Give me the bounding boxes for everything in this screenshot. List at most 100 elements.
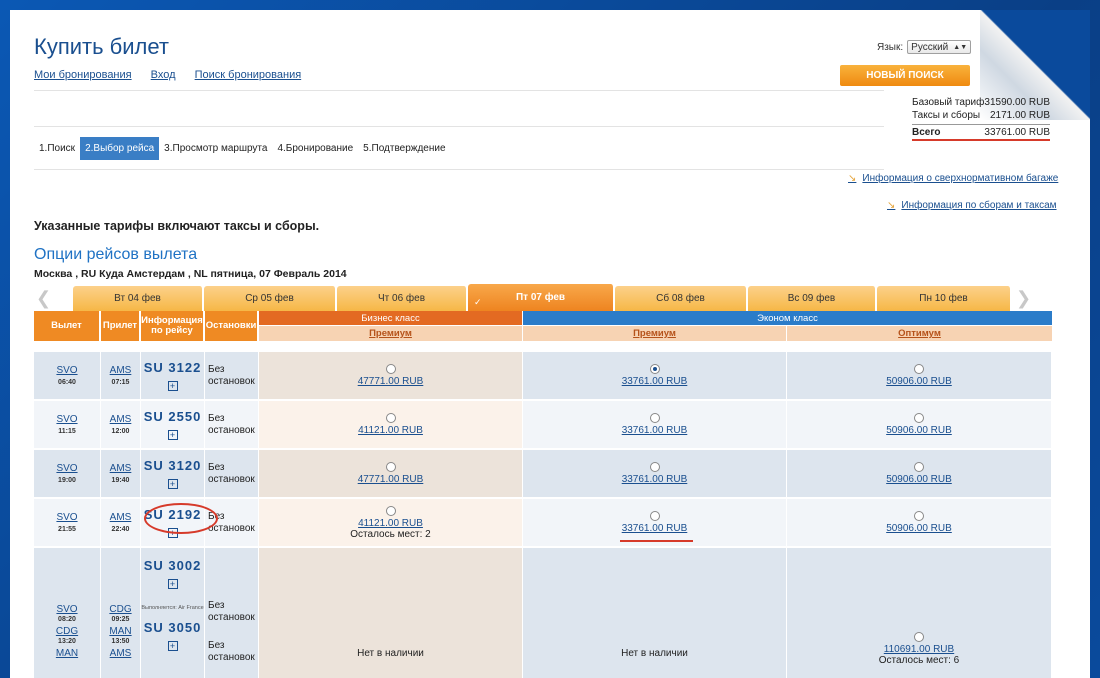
step-confirmation[interactable]: 5.Подтверждение (358, 137, 450, 160)
fare-radio[interactable] (914, 413, 924, 423)
step-booking[interactable]: 4.Бронирование (272, 137, 358, 160)
fare-cell-economy-optimum[interactable]: 110691.00 RUB Осталось мест: 6 (787, 548, 1052, 678)
fare-cell-business[interactable]: 41121.00 RUB Осталось мест: 2 (259, 499, 523, 548)
arrival-airport-link[interactable]: AMS (110, 512, 132, 523)
day-tab[interactable]: Вс 09 фев (748, 286, 876, 311)
day-tab[interactable]: Пн 10 фев (877, 286, 1011, 311)
arrival-airport-link[interactable]: CDG (109, 604, 131, 615)
business-class-header: Бизнес класс (259, 311, 522, 325)
day-tab-active[interactable]: ✓ Пт 07 фев (468, 284, 614, 311)
fare-radio[interactable] (914, 462, 924, 472)
business-premium-header[interactable]: Премиум (259, 326, 522, 341)
fare-radio[interactable] (914, 632, 924, 642)
arrival-airport-link[interactable]: AMS (110, 648, 132, 659)
fare-radio[interactable] (385, 505, 396, 516)
departure-airport-link[interactable]: SVO (56, 512, 77, 523)
my-bookings-link[interactable]: Мои бронирования (34, 69, 132, 81)
fare-price[interactable]: 110691.00 RUB (884, 644, 954, 655)
fares-notice: Указанные тарифы включают таксы и сборы. (34, 219, 320, 233)
baggage-info-link[interactable]: ↘ Информация о сверхнормативном багаже (848, 173, 1058, 184)
stops-text: Без остановок (208, 600, 255, 623)
departure-airport-link[interactable]: SVO (56, 414, 77, 425)
arrival-airport-link[interactable]: AMS (110, 365, 132, 376)
arrival-airport-link[interactable]: AMS (110, 463, 132, 474)
page-title: Купить билет (34, 34, 169, 59)
departure-cell: SVO 06:40 (34, 352, 101, 401)
arrival-airport-link[interactable]: AMS (110, 414, 132, 425)
fare-price[interactable]: 41121.00 RUB (358, 425, 423, 436)
find-booking-link[interactable]: Поиск бронирования (195, 69, 302, 81)
fare-radio[interactable] (649, 413, 660, 423)
fare-price[interactable]: 47771.00 RUB (358, 474, 424, 485)
fare-cell-economy-optimum[interactable]: 50906.00 RUB (787, 450, 1052, 499)
fare-price[interactable]: 41121.00 RUB (358, 518, 423, 529)
fare-cell-business[interactable]: 41121.00 RUB (259, 401, 523, 450)
step-search[interactable]: 1.Поиск (34, 137, 80, 160)
taxes-info-link[interactable]: ↘ Информация по сборам и таксам (887, 200, 1057, 211)
fare-cell-economy-premium[interactable]: 33761.00 RUB (523, 352, 787, 401)
expand-plus-icon[interactable]: + (167, 381, 178, 391)
day-tab[interactable]: Сб 08 фев (615, 286, 747, 311)
fare-cell-business[interactable]: 47771.00 RUB (259, 450, 523, 499)
departure-time: 21:55 (58, 526, 76, 533)
arrival-time: 07:15 (111, 379, 130, 386)
col-header-arrival: Прилет (101, 311, 140, 341)
flight-number: SU 3050 (143, 620, 202, 635)
fare-cell-economy-premium[interactable]: 33761.00 RUB (523, 450, 787, 499)
language-select[interactable]: Русский ▲▼ (907, 40, 972, 54)
day-tab[interactable]: Вт 04 фев (73, 286, 203, 311)
total-highlight-line (912, 139, 1050, 141)
prev-dates-arrow-icon[interactable]: ❮ (36, 288, 51, 309)
departure-airport-link[interactable]: SVO (56, 463, 77, 474)
economy-class-header: Эконом класс (523, 311, 1052, 325)
departure-airport-link[interactable]: SVO (56, 604, 77, 615)
expand-plus-icon[interactable]: + (167, 579, 178, 589)
arrival-cell: AMS 22:40 (101, 499, 141, 548)
fare-radio[interactable] (385, 413, 396, 423)
fare-price[interactable]: 50906.00 RUB (886, 523, 952, 534)
step-review-route[interactable]: 3.Просмотр маршрута (159, 137, 272, 160)
departure-airport-link[interactable]: SVO (56, 365, 77, 376)
fare-radio[interactable] (914, 511, 924, 521)
fare-price[interactable]: 50906.00 RUB (886, 425, 952, 436)
day-tab[interactable]: Ср 05 фев (204, 286, 336, 311)
fare-price[interactable]: 33761.00 RUB (622, 474, 688, 485)
fare-radio[interactable] (649, 511, 660, 521)
login-link[interactable]: Вход (151, 69, 176, 81)
next-dates-arrow-icon[interactable]: ❯ (1016, 288, 1031, 309)
fare-cell-business[interactable]: 47771.00 RUB (259, 352, 523, 401)
economy-optimum-header[interactable]: Оптимум (787, 326, 1052, 341)
fare-cell-economy-premium[interactable]: 33761.00 RUB (523, 401, 787, 450)
arrival-cell: AMS 19:40 (101, 450, 141, 499)
fare-radio[interactable] (385, 364, 396, 374)
language-value: Русский (911, 41, 949, 53)
expand-plus-icon[interactable]: + (167, 430, 178, 440)
fare-price[interactable]: 47771.00 RUB (358, 376, 424, 387)
departure-airport-link[interactable]: MAN (56, 648, 78, 659)
expand-plus-icon[interactable]: + (167, 641, 178, 651)
step-select-flight[interactable]: 2.Выбор рейса (80, 137, 160, 160)
fare-cell-economy-optimum[interactable]: 50906.00 RUB (787, 499, 1052, 548)
expand-plus-icon[interactable]: + (167, 479, 178, 489)
fare-price[interactable]: 33761.00 RUB (622, 523, 688, 534)
fare-price[interactable]: 33761.00 RUB (622, 376, 688, 387)
arrival-time: 13:50 (111, 638, 130, 645)
new-search-button[interactable]: НОВЫЙ ПОИСК (840, 65, 970, 86)
fare-cell-economy-optimum[interactable]: 50906.00 RUB (787, 401, 1052, 450)
departure-airport-link[interactable]: CDG (56, 626, 78, 637)
col-header-flight-info: Информация по рейсу (141, 311, 204, 341)
day-tab[interactable]: Чт 06 фев (337, 286, 467, 311)
arrival-cell: AMS 12:00 (101, 401, 141, 450)
fare-price[interactable]: 50906.00 RUB (886, 376, 952, 387)
fare-radio[interactable] (385, 462, 396, 472)
arrival-airport-link[interactable]: MAN (109, 626, 131, 637)
fare-radio[interactable] (914, 364, 924, 374)
fare-radio-selected[interactable] (649, 364, 660, 374)
fare-cell-economy-optimum[interactable]: 50906.00 RUB (787, 352, 1052, 401)
fare-radio[interactable] (649, 462, 660, 472)
fare-price[interactable]: 33761.00 RUB (622, 425, 688, 436)
total-row: Всего 33761.00 RUB (912, 124, 1050, 138)
divider (34, 90, 884, 91)
economy-premium-header[interactable]: Премиум (523, 326, 786, 341)
fare-price[interactable]: 50906.00 RUB (886, 474, 952, 485)
